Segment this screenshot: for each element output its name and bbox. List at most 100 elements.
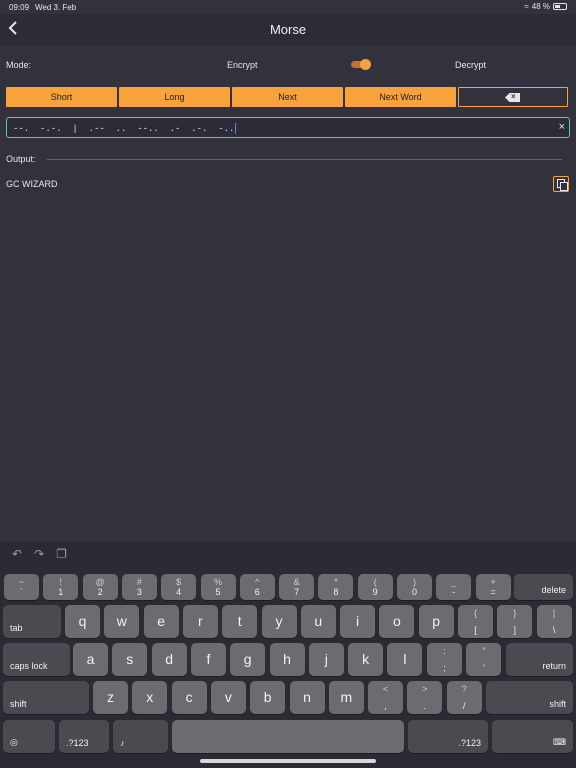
key-n[interactable]: n <box>289 681 325 714</box>
next-button[interactable]: Next <box>232 87 343 107</box>
key-m[interactable]: m <box>328 681 364 714</box>
key-8[interactable]: * 8 <box>318 574 354 600</box>
mode-row: Mode: Encrypt Decrypt <box>6 55 570 75</box>
key-[[interactable]: {[ <box>458 605 493 638</box>
delete-key[interactable]: delete <box>514 574 573 600</box>
key-d[interactable]: d <box>151 643 187 676</box>
key-q[interactable]: q <box>65 605 100 638</box>
key-3[interactable]: #3 <box>121 574 157 600</box>
key-][interactable]: }] <box>497 605 533 638</box>
key-char: = <box>490 587 496 597</box>
toggle-knob <box>360 59 371 70</box>
key-char: o <box>392 613 401 629</box>
return-key[interactable]: return <box>506 643 573 676</box>
copy-icon[interactable] <box>553 176 569 192</box>
key-z[interactable]: z <box>93 681 128 714</box>
page-title: Morse <box>269 22 307 37</box>
dictation-key[interactable]: ♪ <box>113 720 168 753</box>
next-word-button[interactable]: Next Word <box>345 87 456 107</box>
key-sym4-2[interactable]: ? / <box>446 681 482 714</box>
key-7[interactable]: & 7 <box>279 574 315 600</box>
mode-toggle[interactable] <box>349 59 371 70</box>
tab-key[interactable]: tab <box>3 605 61 638</box>
key-char: 2 <box>97 587 103 597</box>
tab-label: tab <box>10 623 23 633</box>
key-sym4-0[interactable]: <, <box>368 681 403 714</box>
backspace-button[interactable]: × <box>458 87 568 107</box>
key-char: n <box>303 689 311 705</box>
key-shift-char: & <box>293 577 300 587</box>
key-char: v <box>224 689 232 705</box>
key-sym4-1[interactable]: >. <box>407 681 443 714</box>
key-h[interactable]: h <box>269 643 305 676</box>
key-e[interactable]: e <box>143 605 179 638</box>
key-b[interactable]: b <box>250 681 286 714</box>
key-a[interactable]: a <box>73 643 108 676</box>
numbers-key[interactable]: .?123 <box>59 720 109 753</box>
key-shift-char: ( <box>373 577 377 587</box>
status-bar: 09:09 Wed 3. Feb ≈ 48 % <box>0 0 576 14</box>
key-s[interactable]: s <box>112 643 148 676</box>
key-4[interactable]: $4 <box>161 574 197 600</box>
key-sym-1[interactable]: " ' <box>466 643 502 676</box>
key-1[interactable]: ! 1 <box>43 574 79 600</box>
key-9[interactable]: (9 <box>357 574 393 600</box>
key-v[interactable]: v <box>210 681 246 714</box>
key-x[interactable]: x <box>132 681 168 714</box>
key-\[interactable]: | \ <box>536 605 572 638</box>
microphone-icon: ♪ <box>120 738 125 748</box>
numbers-key[interactable]: .?123 <box>408 720 488 753</box>
short-button[interactable]: Short <box>6 87 117 107</box>
key-t[interactable]: t <box>222 605 258 638</box>
globe-key[interactable]: ◎ <box>3 720 55 753</box>
redo-icon[interactable]: ↷ <box>34 547 44 565</box>
caps-lock-key[interactable]: caps lock <box>3 643 70 676</box>
key-k[interactable]: k <box>348 643 384 676</box>
key-j[interactable]: j <box>308 643 344 676</box>
key-y[interactable]: y <box>261 605 297 638</box>
key-f[interactable]: f <box>190 643 226 676</box>
shift-right-key[interactable]: shift <box>486 681 573 714</box>
key-u[interactable]: u <box>300 605 336 638</box>
key-c[interactable]: c <box>171 681 207 714</box>
key-char: w <box>116 613 127 629</box>
key-i[interactable]: i <box>340 605 376 638</box>
key-shift-char: < <box>382 684 389 694</box>
key-char: i <box>356 613 360 629</box>
morse-input[interactable]: --. -.-. | .-- .. --.. .- .-. -.. × <box>6 117 570 138</box>
hide-keyboard-key[interactable]: ⌨ <box>492 720 573 753</box>
space-key[interactable] <box>172 720 404 753</box>
key-shift-char: _ <box>451 577 457 587</box>
shift-label: shift <box>10 699 27 709</box>
shift-left-key[interactable]: shift <box>3 681 89 714</box>
shift-label: shift <box>549 699 566 709</box>
paste-icon[interactable]: ❐ <box>56 547 67 565</box>
undo-icon[interactable]: ↶ <box>12 547 22 565</box>
key-0[interactable]: ) 0 <box>397 574 432 600</box>
key-5[interactable]: % 5 <box>200 574 236 600</box>
key-char: [ <box>474 625 477 635</box>
key-`[interactable]: ~ ` <box>4 574 39 600</box>
key-2[interactable]: @2 <box>82 574 118 600</box>
key-g[interactable]: g <box>230 643 266 676</box>
long-button[interactable]: Long <box>119 87 230 107</box>
key-l[interactable]: l <box>387 643 423 676</box>
output-value: GC WIZARD <box>6 179 58 189</box>
key-char: l <box>403 651 407 667</box>
status-time: 09:09 <box>9 3 30 12</box>
key-sym-0[interactable]: :; <box>427 643 462 676</box>
globe-icon: ◎ <box>10 737 18 747</box>
clear-icon[interactable]: × <box>559 121 565 133</box>
key-char: g <box>243 651 252 667</box>
key-=[interactable]: + = <box>475 574 511 600</box>
key-o[interactable]: o <box>379 605 415 638</box>
mode-label: Mode: <box>6 60 32 70</box>
key-char: h <box>283 651 291 667</box>
key-w[interactable]: w <box>104 605 140 638</box>
key-6[interactable]: ^ 6 <box>239 574 275 600</box>
key-char: , <box>384 701 387 711</box>
key--[interactable]: _ - <box>436 574 472 600</box>
key-p[interactable]: p <box>418 605 454 638</box>
key-r[interactable]: r <box>182 605 218 638</box>
delete-label: delete <box>541 585 566 595</box>
